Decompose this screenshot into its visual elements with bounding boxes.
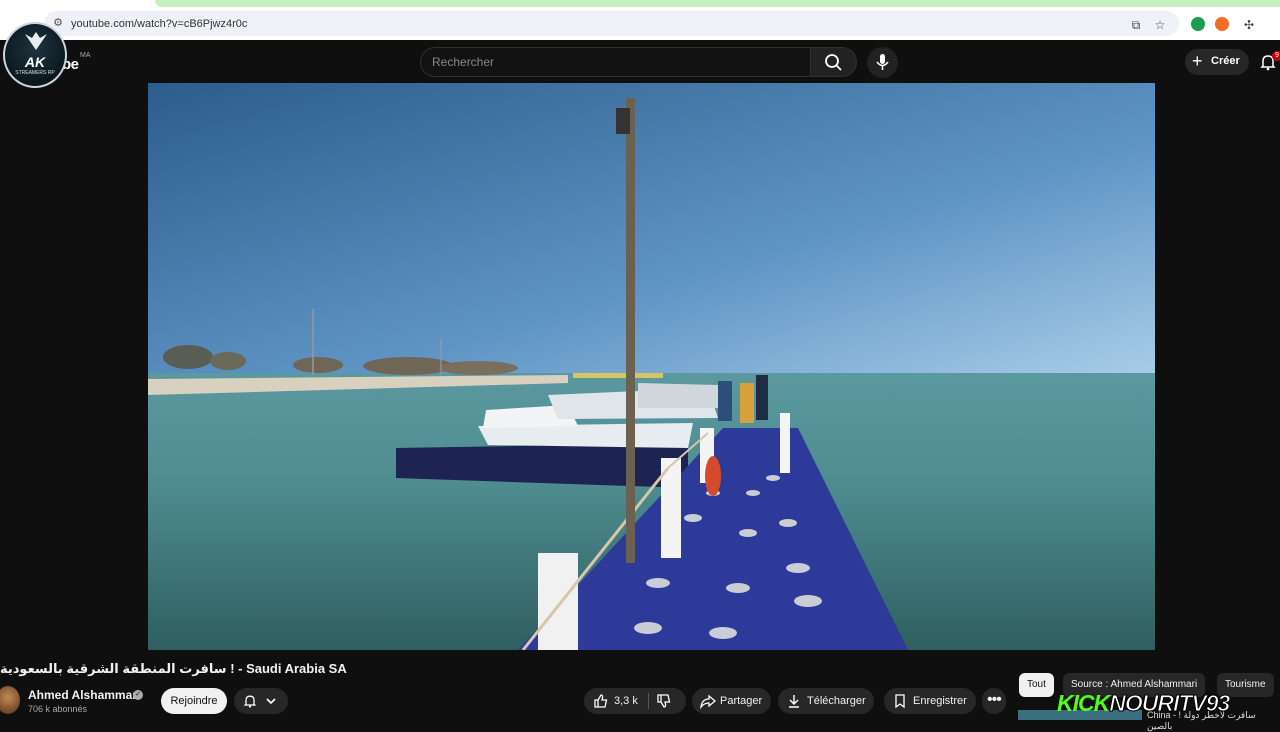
search-icon	[825, 54, 842, 71]
like-dislike-group: 3,3 k	[584, 688, 686, 714]
share-icon	[700, 694, 716, 709]
channel-avatar[interactable]	[0, 686, 20, 714]
eagle-icon	[25, 32, 47, 50]
search-input[interactable]: Rechercher	[420, 47, 811, 77]
join-button[interactable]: Rejoindre	[161, 688, 227, 714]
channel-name[interactable]: Ahmed Alshammari	[28, 688, 140, 702]
video-player[interactable]	[148, 83, 1155, 650]
subscriber-count: 706 k abonnés	[28, 704, 88, 714]
more-dots-icon: •••	[987, 691, 1002, 708]
download-label: Télécharger	[807, 695, 866, 707]
video-frame	[148, 83, 1155, 650]
kick-watermark: KICKNOURITV93	[1057, 690, 1231, 717]
download-icon	[789, 695, 799, 708]
microphone-icon	[876, 54, 889, 70]
plus-icon: +	[1192, 51, 1203, 71]
search-button[interactable]	[810, 47, 857, 77]
extensions-puzzle-icon[interactable]: ✣	[1241, 17, 1257, 33]
streamer-overlay-logo: AK STREAMERS RP	[3, 22, 67, 88]
subscription-notifications-button[interactable]	[234, 688, 288, 714]
share-button[interactable]: Partager	[692, 688, 771, 714]
sky	[148, 83, 1155, 378]
mast-camera	[616, 108, 630, 134]
browser-tab-strip	[0, 0, 1280, 8]
chip-all[interactable]: Tout	[1019, 673, 1054, 697]
region-code: MA	[80, 52, 91, 59]
share-label: Partager	[720, 695, 763, 707]
site-info-icon[interactable]: ⚙	[52, 17, 64, 29]
verified-check-icon: ✓	[133, 690, 143, 700]
url-text[interactable]: youtube.com/watch?v=cB6Pjwz4r0c	[71, 18, 247, 30]
overlay-logo-subtitle: STREAMERS RP	[15, 70, 55, 76]
mast-pole	[626, 98, 635, 563]
more-actions-button[interactable]: •••	[982, 688, 1006, 714]
like-divider	[648, 693, 649, 709]
voice-search-button[interactable]	[867, 47, 898, 78]
extension-icon-orange[interactable]	[1215, 17, 1229, 31]
create-button[interactable]: + Créer	[1185, 49, 1249, 75]
download-button[interactable]: Télécharger	[778, 688, 874, 714]
chevron-down-icon	[266, 698, 276, 705]
bell-icon	[243, 695, 257, 708]
create-label: Créer	[1211, 55, 1240, 67]
browser-toolbar: ⚙ youtube.com/watch?v=cB6Pjwz4r0c ⧉ ☆ ✣	[0, 8, 1280, 40]
save-button[interactable]: Enregistrer	[884, 688, 976, 714]
active-tab[interactable]	[155, 0, 1280, 7]
extension-icon-green[interactable]	[1191, 17, 1205, 31]
kick-brand: KICK	[1057, 690, 1110, 716]
dislike-thumb-icon[interactable]	[656, 693, 672, 709]
notification-badge: 9	[1272, 51, 1280, 61]
kick-channel: NOURITV93	[1109, 690, 1231, 717]
overlay-logo-initials: AK	[24, 54, 46, 70]
search-placeholder: Rechercher	[432, 55, 495, 69]
save-label: Enregistrer	[913, 695, 967, 707]
video-title: سافرت المنطقة الشرقية بالسعودية ! - Saud…	[0, 661, 347, 676]
like-count[interactable]: 3,3 k	[614, 695, 638, 707]
like-thumb-icon[interactable]	[593, 693, 609, 709]
install-app-icon[interactable]: ⧉	[1128, 17, 1144, 33]
bookmark-star-icon[interactable]: ☆	[1152, 17, 1168, 33]
youtube-masthead: be MA Rechercher + Créer 9	[0, 40, 1280, 83]
save-bookmark-icon	[895, 694, 905, 709]
